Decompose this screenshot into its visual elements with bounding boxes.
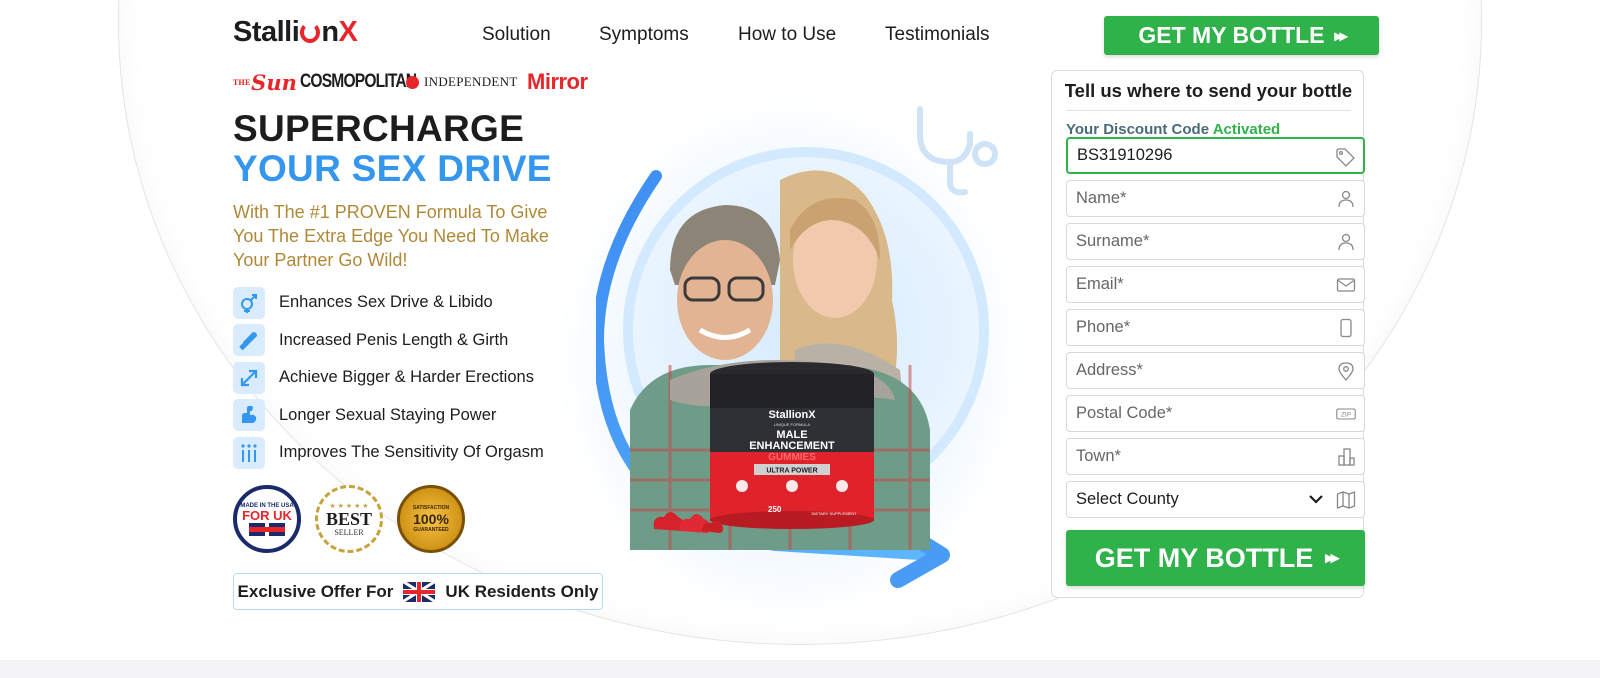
phone-placeholder: Phone* <box>1076 318 1131 336</box>
logo-text-x: X <box>338 16 358 48</box>
form-divider <box>1066 110 1351 111</box>
uk-flag-icon <box>249 522 285 536</box>
map-icon <box>1336 491 1356 509</box>
email-placeholder: Email* <box>1076 275 1124 293</box>
benefit-label: Improves The Sensitivity Of Orgasm <box>279 443 544 462</box>
condom-icon <box>233 324 265 357</box>
muscle-arm-icon <box>233 399 265 432</box>
zip-icon: ZIP <box>1336 408 1356 420</box>
brand-logo[interactable]: Stalli nX <box>233 16 358 49</box>
order-form: Tell us where to send your bottle Your D… <box>1051 70 1365 598</box>
postal-code-field[interactable]: Postal Code* ZIP <box>1066 395 1365 432</box>
phone-field[interactable]: Phone* <box>1066 309 1365 346</box>
benefit-label: Increased Penis Length & Girth <box>279 330 509 349</box>
headline-line-2: YOUR SEX DRIVE <box>233 148 552 189</box>
gummies-image <box>653 512 724 533</box>
county-selected-value: Select County <box>1076 490 1179 508</box>
sensitivity-icon <box>233 436 265 469</box>
surname-placeholder: Surname* <box>1076 232 1150 250</box>
user-icon <box>1338 190 1354 208</box>
jar-name-line-2: ENHANCEMENT <box>749 440 835 452</box>
jar-brand-sub: UNIQUE FORMULA <box>774 422 811 427</box>
made-for-uk-badge: MADE IN THE USA FOR UK <box>233 485 301 553</box>
benefit-item: Longer Sexual Staying Power <box>233 397 544 435</box>
nav-testimonials[interactable]: Testimonials <box>885 24 990 46</box>
user-icon <box>1338 233 1354 251</box>
press-logo-mirror: Mirror <box>527 69 588 94</box>
address-placeholder: Address* <box>1076 361 1143 379</box>
town-field[interactable]: Town* <box>1066 438 1365 475</box>
gender-icon <box>233 286 265 319</box>
independent-eagle-icon <box>406 75 419 89</box>
header-cta-label: GET MY BOTTLE <box>1138 22 1325 48</box>
press-logo-cosmopolitan: COSMOPOLITAN <box>300 71 417 92</box>
offer-suffix: UK Residents Only <box>445 581 599 601</box>
double-chevron-right-icon: ▸▸ <box>1334 27 1348 45</box>
uk-offer-banner: Exclusive Offer For UK Residents Only <box>233 573 603 610</box>
discount-code-field[interactable]: BS31910296 <box>1066 137 1365 174</box>
subheadline: With The #1 PROVEN Formula To Give You T… <box>233 202 549 270</box>
jar-strength: ULTRA POWER <box>766 468 817 475</box>
envelope-icon <box>1336 278 1356 292</box>
county-select[interactable]: Select County <box>1066 481 1365 518</box>
chevron-down-icon <box>1308 491 1324 512</box>
discount-code-value: BS31910296 <box>1077 146 1173 164</box>
form-get-bottle-button[interactable]: GET MY BOTTLE ▸▸ <box>1066 530 1365 586</box>
jar-brand: StallionX <box>768 409 816 421</box>
email-field[interactable]: Email* <box>1066 266 1365 303</box>
form-cta-label: GET MY BOTTLE <box>1094 542 1314 573</box>
benefit-item: Improves The Sensitivity Of Orgasm <box>233 434 544 472</box>
benefit-label: Enhances Sex Drive & Libido <box>279 293 493 312</box>
logo-text: Stalli <box>233 16 300 48</box>
form-title: Tell us where to send your bottle <box>1064 80 1353 101</box>
benefits-list: Enhances Sex Drive & Libido Increased Pe… <box>233 284 544 472</box>
phone-icon <box>1340 318 1352 338</box>
product-jar: StallionX UNIQUE FORMULA MALE ENHANCEMEN… <box>710 362 874 529</box>
nav-solution[interactable]: Solution <box>482 24 551 46</box>
benefit-label: Achieve Bigger & Harder Erections <box>279 368 534 387</box>
header-get-bottle-button[interactable]: GET MY BOTTLE ▸▸ <box>1104 16 1379 55</box>
headline-line-1: SUPERCHARGE <box>233 108 525 149</box>
building-icon <box>1338 448 1355 466</box>
satisfaction-guaranteed-badge: SATISFACTION 100% GUARANTEED <box>397 485 465 553</box>
discount-status: Activated <box>1212 121 1281 138</box>
tag-icon <box>1336 148 1355 167</box>
address-field[interactable]: Address* <box>1066 352 1365 389</box>
jar-count: 250 <box>768 505 782 514</box>
logo-text-n: n <box>321 16 339 48</box>
benefit-item: Achieve Bigger & Harder Erections <box>233 359 544 397</box>
double-chevron-right-icon: ▸▸ <box>1325 548 1339 567</box>
nav-how-to-use[interactable]: How to Use <box>738 24 836 46</box>
surname-field[interactable]: Surname* <box>1066 223 1365 260</box>
jar-name-line-3: GUMMIES <box>768 452 816 463</box>
page-stage: Stalli nX Solution Symptoms How to Use Te… <box>0 0 1600 660</box>
benefit-item: Enhances Sex Drive & Libido <box>233 284 544 322</box>
svg-text:ZIP: ZIP <box>1341 412 1351 419</box>
press-logo-independent: INDEPENDENT <box>406 70 518 94</box>
offer-prefix: Exclusive Offer For <box>237 581 394 601</box>
postal-code-placeholder: Postal Code* <box>1076 404 1173 422</box>
logo-power-icon <box>300 22 321 43</box>
benefit-item: Increased Penis Length & Girth <box>233 322 544 360</box>
nav-symptoms[interactable]: Symptoms <box>599 24 689 46</box>
discount-code-label: Your Discount Code Activated <box>1066 121 1281 138</box>
press-logo-sun: THE Sun <box>233 69 297 95</box>
name-field[interactable]: Name* <box>1066 180 1365 217</box>
trust-badges: MADE IN THE USA FOR UK ★ ★ ★ ★ ★ BEST SE… <box>233 485 465 553</box>
best-seller-badge: ★ ★ ★ ★ ★ BEST SELLER <box>315 485 383 553</box>
expand-arrow-icon <box>233 361 265 394</box>
uk-flag-icon <box>403 581 436 602</box>
location-pin-icon <box>1338 362 1354 381</box>
benefit-label: Longer Sexual Staying Power <box>279 405 497 424</box>
town-placeholder: Town* <box>1076 447 1121 465</box>
jar-footer: DIETARY SUPPLEMENT <box>811 511 857 516</box>
name-placeholder: Name* <box>1076 189 1127 207</box>
